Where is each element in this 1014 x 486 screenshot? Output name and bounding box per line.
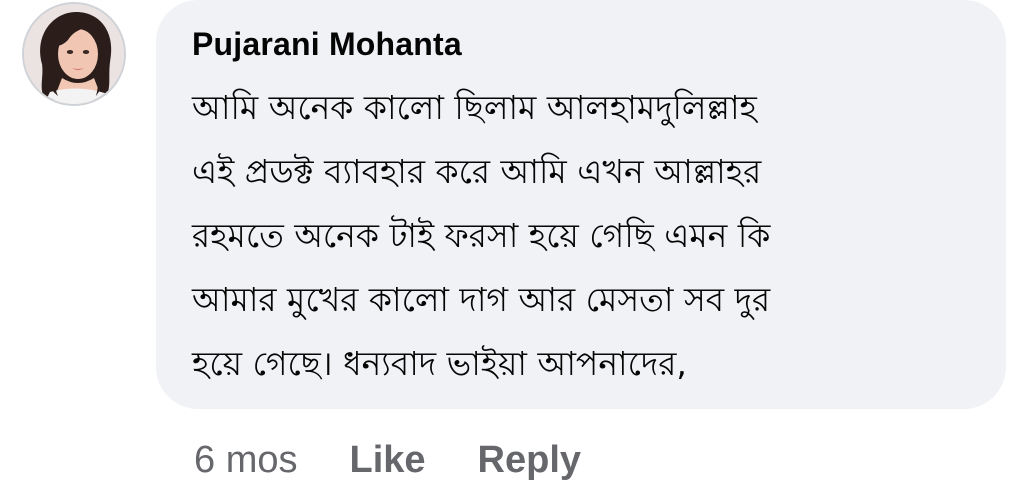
avatar[interactable] bbox=[22, 2, 126, 106]
comment-container: Pujarani Mohanta আমি অনেক কালো ছিলাম আলহ… bbox=[0, 0, 1014, 486]
comment-bubble: Pujarani Mohanta আমি অনেক কালো ছিলাম আলহ… bbox=[156, 0, 1006, 409]
comment-timestamp[interactable]: 6 mos bbox=[194, 439, 297, 482]
comment-author-name[interactable]: Pujarani Mohanta bbox=[192, 24, 976, 64]
comment-text: আমি অনেক কালো ছিলাম আলহামদুলিল্লাহ এই প্… bbox=[192, 76, 976, 396]
comment-text-line: আমি অনেক কালো ছিলাম আলহামদুলিল্লাহ bbox=[192, 88, 757, 127]
like-button[interactable]: Like bbox=[349, 439, 425, 482]
comment-text-line: এই প্রডক্ট ব্যাবহার করে আমি এখন আল্লাহর bbox=[192, 152, 762, 191]
comment-text-line: আমার মুখের কালো দাগ আর মেসতা সব দুর bbox=[192, 280, 771, 319]
reply-button[interactable]: Reply bbox=[478, 439, 581, 482]
user-profile-photo-icon bbox=[24, 4, 124, 104]
comment-text-line: হয়ে গেছে। ধন্যবাদ ভাইয়া আপনাদের, bbox=[192, 344, 687, 383]
comment-text-line: রহমতে অনেক টাই ফরসা হয়ে গেছি এমন কি bbox=[192, 216, 771, 255]
comment-actions-bar: 6 mos Like Reply bbox=[194, 432, 633, 486]
